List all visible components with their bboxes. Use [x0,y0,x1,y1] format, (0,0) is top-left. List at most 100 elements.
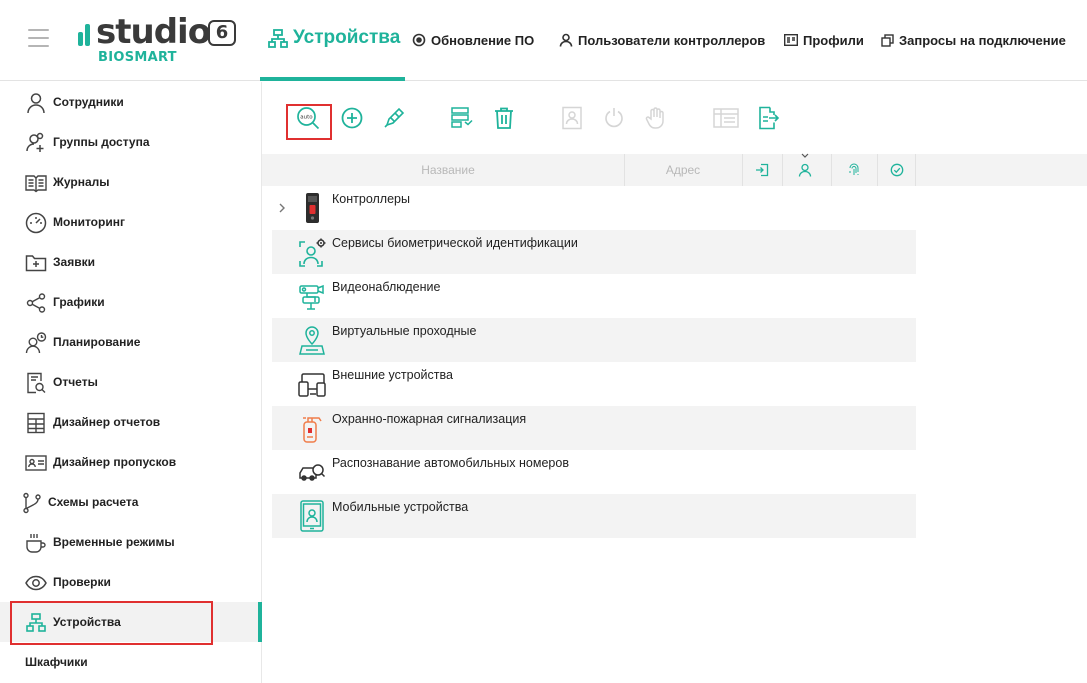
sidebar-item-label: Заявки [53,255,95,269]
tab-firmware-update-label: Обновление ПО [431,32,535,48]
add-icon[interactable] [340,106,364,130]
badge-icon [25,455,47,471]
tab-underline [260,77,405,81]
report-design-icon [27,412,45,434]
sidebar-item-access-groups[interactable]: Группы доступа [0,122,262,162]
sidebar-item-badge-designer[interactable]: Дизайнер пропусков [0,442,262,482]
sidebar-item-label: Отчеты [53,375,98,389]
sidebar-item-devices[interactable]: Устройства [0,601,262,645]
column-name-header[interactable]: Название [386,163,510,177]
svg-text:auto: auto [300,115,313,121]
sidebar-item-label: Мониторинг [53,215,125,229]
tab-controller-users[interactable]: Пользователи контроллеров [559,30,765,50]
hand-icon[interactable] [644,106,668,130]
auto-search-icon[interactable]: auto [296,106,320,130]
eye-icon [25,575,47,591]
fire-extinguisher-icon [303,417,322,443]
tree-row-video-surveillance[interactable]: Видеонаблюдение [272,274,916,318]
sidebar-item-label: Устройства [53,615,121,629]
sidebar-item-label: Графики [53,295,105,309]
tab-connection-requests[interactable]: Запросы на подключение [881,30,1066,50]
cctv-camera-icon [299,284,324,310]
login-icon[interactable] [755,163,769,177]
tree-row-label: Охранно-пожарная сигнализация [332,412,527,426]
tree-row-fire-alarm[interactable]: Охранно-пожарная сигнализация [272,406,916,450]
report-search-icon [27,372,46,394]
branch-icon [23,492,41,514]
sidebar-item-label: Шкафчики [25,655,88,669]
settings-list-icon[interactable] [450,106,474,130]
app-header: studio 6 BIOSMART Устройства Обновление … [0,0,1087,81]
export-icon[interactable] [756,106,780,130]
tree-row-label: Видеонаблюдение [332,280,441,294]
user-icon [559,33,573,47]
fingerprint-icon[interactable] [847,163,861,177]
power-icon[interactable] [602,106,626,130]
share-icon [26,293,46,313]
sidebar-item-checks[interactable]: Проверки [0,562,262,602]
id-card-icon [784,34,798,46]
logo: studio 6 BIOSMART [78,12,243,68]
check-circle-icon[interactable] [890,163,904,177]
logo-word: studio [96,12,211,52]
tab-firmware-update[interactable]: Обновление ПО [412,30,534,50]
user-card-icon[interactable] [560,106,584,130]
table-icon[interactable] [712,106,740,130]
sidebar-item-label: Сотрудники [53,95,124,109]
column-separator [831,154,832,186]
tab-profiles-label: Профили [803,32,864,48]
tab-devices[interactable]: Устройства [260,0,405,81]
sidebar-item-lockers[interactable]: Шкафчики [0,642,262,682]
folder-plus-icon [25,255,47,272]
tree-row-mobile-devices[interactable]: Мобильные устройства [272,494,916,538]
logo-version: 6 [208,20,236,46]
devices-network-icon [26,613,46,632]
sort-chevron-icon[interactable] [800,152,810,159]
tree-row-label: Контроллеры [332,192,410,206]
tree-row-controllers[interactable]: Контроллеры [272,186,916,230]
sidebar-item-label: Проверки [53,575,111,589]
person-icon[interactable] [798,163,812,177]
tab-profiles[interactable]: Профили [784,30,864,50]
sidebar-item-label: Дизайнер отчетов [53,415,161,429]
toolbar: auto [262,82,1087,154]
grid-header: Название Адрес [262,152,1087,186]
column-separator [915,154,916,186]
edit-pen-icon[interactable] [382,106,406,130]
tab-connection-requests-label: Запросы на подключение [899,32,1066,48]
tree-row-virtual-checkpoints[interactable]: Виртуальные проходные [272,318,916,362]
tree-row-external-devices[interactable]: Внешние устройства [272,362,916,406]
external-devices-icon [298,373,326,397]
person-clock-icon [25,332,47,354]
sidebar-item-schedules[interactable]: Графики [0,282,262,322]
column-separator [742,154,743,186]
tree-row-biometric-services[interactable]: Сервисы биометрической идентификации [272,230,916,274]
sidebar-item-label: Журналы [53,175,110,189]
sidebar-item-report-designer[interactable]: Дизайнер отчетов [0,402,262,442]
sidebar-item-label: Временные режимы [53,535,175,549]
sidebar-item-time-modes[interactable]: Временные режимы [0,522,262,562]
sidebar-item-planning[interactable]: Планирование [0,322,262,362]
coffee-icon [26,534,46,553]
sidebar-item-monitoring[interactable]: Мониторинг [0,202,262,242]
tree-row-label: Распознавание автомобильных номеров [332,456,569,470]
column-separator [877,154,878,186]
tree-row-label: Сервисы биометрической идентификации [332,236,578,250]
chevron-right-icon[interactable] [277,202,287,214]
sidebar-item-journals[interactable]: Журналы [0,162,262,202]
gauge-icon [25,212,47,234]
sidebar-item-label: Планирование [53,335,141,349]
sidebar: Сотрудники Группы доступа Журналы Монито… [0,82,262,683]
person-icon [27,93,45,114]
tree-row-label: Мобильные устройства [332,500,469,514]
sidebar-item-employees[interactable]: Сотрудники [0,82,262,122]
sidebar-item-calc-schemes[interactable]: Схемы расчета [0,482,262,522]
sidebar-item-reports[interactable]: Отчеты [0,362,262,402]
menu-icon[interactable] [28,29,49,47]
column-address-header[interactable]: Адрес [624,163,742,177]
device-tree: Контроллеры Сервисы биометрической идент… [272,186,916,538]
sidebar-item-requests[interactable]: Заявки [0,242,262,282]
controller-icon [306,193,319,223]
tree-row-license-plate-recognition[interactable]: Распознавание автомобильных номеров [272,450,916,494]
trash-icon[interactable] [492,106,516,130]
